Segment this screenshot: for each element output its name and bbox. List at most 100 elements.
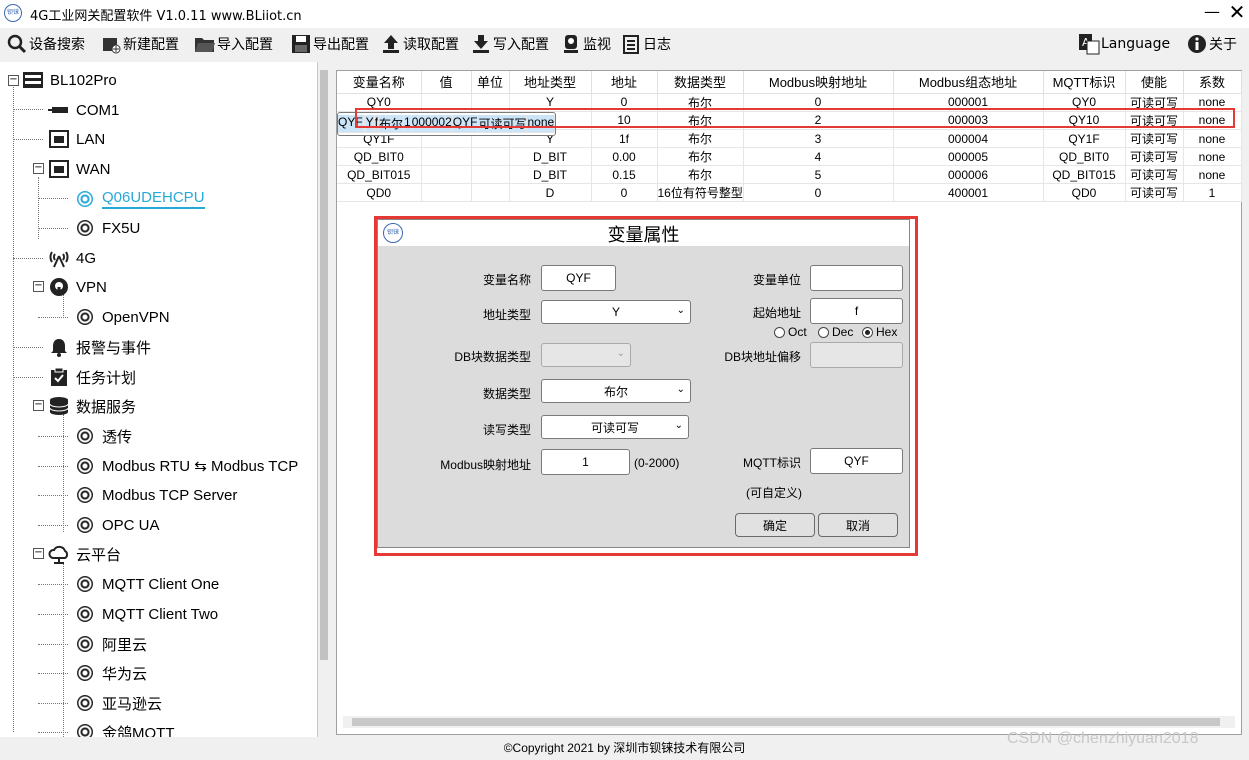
rw-type-select[interactable]: 可读可写 ⌄ <box>541 415 689 439</box>
ok-button[interactable]: 确定 <box>735 513 815 537</box>
tree-label-openvpn: OpenVPN <box>102 308 170 326</box>
language-button[interactable]: A Language <box>1078 32 1170 56</box>
table-cell: 布尔 <box>657 129 744 148</box>
start-addr-field[interactable]: f <box>810 298 903 324</box>
export-config-button[interactable]: 导出配置 <box>290 32 369 56</box>
log-button[interactable]: 日志 <box>620 32 671 56</box>
column-header[interactable]: 变量名称 <box>337 71 422 94</box>
tree-item-aliyun[interactable]: 阿里云 <box>74 631 147 657</box>
collapse-data-service-toggle[interactable]: − <box>33 400 44 411</box>
unit-field[interactable] <box>810 265 903 291</box>
monitor-button[interactable]: 监视 <box>560 32 611 56</box>
import-config-button[interactable]: 导入配置 <box>194 32 273 56</box>
modbus-range-hint: (0-2000) <box>634 456 680 470</box>
column-header[interactable]: 地址 <box>591 71 658 94</box>
tree-item-lan[interactable]: LAN <box>48 126 105 152</box>
tree-item-data-service[interactable]: 数据服务 <box>48 393 136 419</box>
tree-item-fx5u[interactable]: FX5U <box>74 215 140 241</box>
tree-item-amazon[interactable]: 亚马逊云 <box>74 690 162 716</box>
table-header-row: 变量名称值单位 地址类型 地址 数据类型 Modbus映射地址 Modbus组态地址 MQT… <box>337 71 1242 94</box>
tree-item-openvpn[interactable]: OpenVPN <box>74 304 170 330</box>
about-button[interactable]: 关于 <box>1186 32 1237 56</box>
tree-item-mqtt-one[interactable]: MQTT Client One <box>74 571 219 597</box>
tree-label-passthrough: 透传 <box>102 428 133 446</box>
device-icon <box>74 663 96 683</box>
new-config-label: 新建配置 <box>123 37 179 53</box>
table-cell: 400001 <box>893 183 1044 202</box>
grid-scrollbar-thumb[interactable] <box>352 718 1220 726</box>
tree-label-4g: 4G <box>76 249 97 267</box>
close-button[interactable]: ✕ <box>1226 0 1248 24</box>
tree-item-passthrough[interactable]: 透传 <box>74 423 132 449</box>
addr-type-label: 地址类型 <box>482 308 531 322</box>
db-offset-field[interactable] <box>810 342 903 368</box>
table-cell: 4 <box>743 147 894 166</box>
rw-type-value: 可读可写 <box>590 420 639 435</box>
table-cell: 000005 <box>893 147 1044 166</box>
tree-item-q06udehcpu[interactable]: Q06UDEHCPU <box>74 186 205 212</box>
column-header[interactable]: Modbus映射地址 <box>743 71 894 94</box>
column-header[interactable]: 地址类型 <box>509 71 592 94</box>
column-header[interactable]: 系数 <box>1183 71 1242 94</box>
table-row[interactable]: QD_BIT015 D_BIT 0.15 布尔 5 000006 QD_BIT015 可读可写… <box>337 165 1242 184</box>
tree-label-opc-ua: OPC UA <box>102 516 160 534</box>
language-label: Language <box>1101 36 1171 52</box>
tree-item-huawei[interactable]: 华为云 <box>74 660 147 686</box>
device-search-button[interactable]: 设备搜索 <box>6 32 85 56</box>
addr-type-select[interactable]: Y ⌄ <box>541 300 691 324</box>
read-config-label: 读取配置 <box>403 37 459 53</box>
tree-item-opc-ua[interactable]: OPC UA <box>74 512 160 538</box>
tree-item-cloud[interactable]: 云平台 <box>48 541 121 567</box>
tree-item-4g[interactable]: 4G <box>48 245 96 271</box>
radix-dec-radio[interactable]: Dec <box>818 325 853 339</box>
collapse-cloud-toggle[interactable]: − <box>33 548 44 559</box>
tree-item-alarm[interactable]: 报警与事件 <box>48 334 151 360</box>
table-cell: 可读可写 <box>1125 129 1184 148</box>
table-cell: 可读可写 <box>1125 183 1184 202</box>
write-config-label: 写入配置 <box>493 37 549 53</box>
read-config-button[interactable]: 读取配置 <box>380 32 459 56</box>
column-header[interactable]: Modbus组态地址 <box>893 71 1044 94</box>
tree-label-vpn: VPN <box>76 278 107 296</box>
collapse-wan-toggle[interactable]: − <box>33 163 44 174</box>
table-row[interactable]: QD0 D 0 16位有符号整型 0 400001 QD0 可读可写 1 <box>337 183 1242 202</box>
table-cell <box>471 165 510 184</box>
device-icon <box>74 693 96 713</box>
db-type-select[interactable]: ⌄ <box>541 343 631 367</box>
column-header[interactable]: 数据类型 <box>657 71 744 94</box>
download-icon <box>470 33 492 55</box>
tree-label-modbus-rtu-tcp: Modbus RTU ⇆ Modbus TCP <box>102 458 299 475</box>
table-cell: QD_BIT0 <box>1043 147 1126 166</box>
tree-item-modbus-rtu-tcp[interactable]: Modbus RTU ⇆ Modbus TCP <box>74 453 298 479</box>
device-icon <box>74 456 96 476</box>
var-name-field[interactable]: QYF <box>541 265 616 291</box>
modbus-addr-field[interactable]: 1 <box>541 449 630 475</box>
column-header[interactable]: 值 <box>421 71 472 94</box>
write-config-button[interactable]: 写入配置 <box>470 32 549 56</box>
column-header[interactable]: 使能 <box>1125 71 1184 94</box>
tree-scrollbar-thumb[interactable] <box>320 70 328 660</box>
column-header[interactable]: MQTT标识 <box>1043 71 1126 94</box>
tree-item-mqtt-two[interactable]: MQTT Client Two <box>74 601 218 627</box>
tree-item-jinge[interactable]: 金鸽MQTT <box>74 719 175 737</box>
collapse-vpn-toggle[interactable]: − <box>33 281 44 292</box>
mqtt-id-field[interactable]: QYF <box>810 448 903 474</box>
tree-item-modbus-tcp-server[interactable]: Modbus TCP Server <box>74 482 237 508</box>
tree-item-root[interactable]: BL102Pro <box>22 67 117 93</box>
radix-oct-radio[interactable]: Oct <box>774 325 807 339</box>
cancel-button[interactable]: 取消 <box>818 513 898 537</box>
radix-hex-radio[interactable]: Hex <box>862 325 897 339</box>
data-type-select[interactable]: 布尔 ⌄ <box>541 379 691 403</box>
monitor-icon <box>560 33 582 55</box>
log-label: 日志 <box>643 37 671 53</box>
tree-item-task[interactable]: 任务计划 <box>48 364 136 390</box>
tree-item-com1[interactable]: COM1 <box>48 97 119 123</box>
new-config-button[interactable]: 新建配置 <box>100 32 179 56</box>
tree-item-vpn[interactable]: VPN <box>48 274 107 300</box>
collapse-root-toggle[interactable]: − <box>8 75 19 86</box>
table-row[interactable]: QD_BIT0 D_BIT 0.00 布尔 4 000005 QD_BIT0 可读可写 none <box>337 147 1242 166</box>
tree-item-wan[interactable]: WAN <box>48 156 110 182</box>
minimize-button[interactable]: — <box>1202 2 1222 21</box>
column-header[interactable]: 单位 <box>471 71 510 94</box>
device-tree: − BL102Pro COM1 LAN − WAN Q06UDEHCPU FX5… <box>0 62 318 737</box>
